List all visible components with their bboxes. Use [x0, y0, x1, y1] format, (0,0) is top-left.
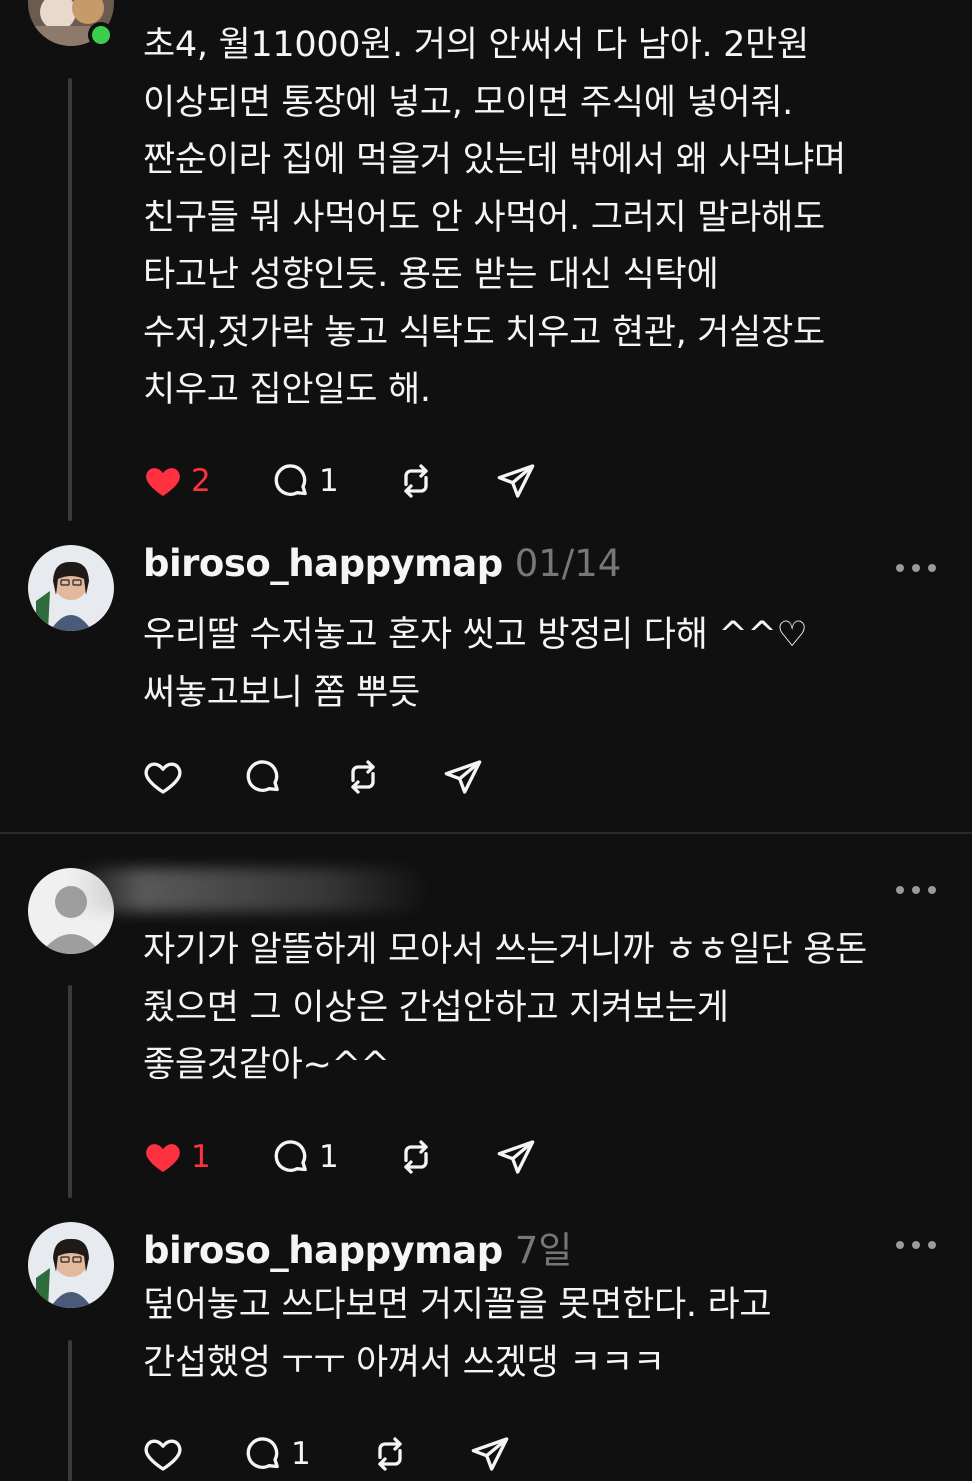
like-button[interactable]	[143, 1432, 183, 1476]
post-text-line: 줬으면 그 이상은 간섭안하고 지켜보는게	[143, 987, 729, 1028]
thread-divider	[0, 832, 972, 834]
reply-button[interactable]: 1	[271, 1135, 339, 1179]
post-text: 덮어놓고 쓰다보면 거지꼴을 못면한다. 라고 간섭했엉 ㅜㅜ 아껴서 쓰겠댕 …	[143, 1277, 943, 1392]
reply-button[interactable]: 1	[271, 459, 339, 503]
heart-icon	[144, 1439, 182, 1471]
repost-button[interactable]	[396, 459, 436, 503]
post-text-line: 좋을것같아~^^	[143, 1045, 390, 1085]
post-text-line: 이상되면 통장에 넣고, 모이면 주식에 넣어줘.	[143, 82, 793, 123]
share-button[interactable]	[496, 1135, 536, 1179]
avatar-photo-icon	[28, 1222, 114, 1308]
post-text: 자기가 알뜰하게 모아서 쓰는거니까 ㅎㅎ일단 용돈 줬으면 그 이상은 간섭안…	[143, 922, 943, 1095]
post-time: 01/14	[514, 542, 622, 585]
like-button[interactable]: 2	[143, 459, 211, 503]
thread-line	[68, 78, 72, 521]
post-text-line: 자기가 알뜰하게 모아서 쓰는거니까 ㅎㅎ일단 용돈	[143, 930, 868, 970]
post-text-line: 짠순이라 집에 먹을거 있는데 밖에서 왜 사먹냐며	[143, 140, 846, 180]
repost-icon	[351, 760, 375, 794]
post-header: biroso_happymap 7일	[143, 1220, 572, 1272]
repost-button[interactable]	[343, 755, 383, 799]
username[interactable]: biroso_happymap	[143, 1229, 503, 1272]
thread-line	[68, 1340, 72, 1481]
share-icon	[471, 1437, 509, 1471]
username[interactable]: biroso_happymap	[143, 542, 503, 585]
avatar-photo-icon	[28, 545, 114, 631]
post-text-line: 초4, 월11000원. 거의 안써서 다 남아. 2만원	[143, 25, 809, 65]
post-text-line: 우리딸 수저놓고 혼자 씻고 방정리 다해 ^^♡	[143, 615, 808, 655]
heart-icon	[144, 762, 182, 794]
comment-icon	[246, 760, 279, 792]
thread-line	[68, 985, 72, 1198]
reply-button[interactable]: 1	[243, 1432, 311, 1476]
like-count: 1	[191, 1139, 211, 1175]
share-button[interactable]	[496, 459, 536, 503]
heart-icon	[146, 1144, 180, 1172]
heart-icon	[146, 468, 180, 496]
post-text: 초4, 월11000원. 거의 안써서 다 남아. 2만원 이상되면 통장에 넣…	[143, 17, 943, 420]
post-time: 7일	[514, 1229, 573, 1272]
reply-button[interactable]	[243, 755, 283, 799]
repost-button[interactable]	[396, 1135, 436, 1179]
share-icon	[497, 464, 535, 498]
repost-icon	[404, 1140, 428, 1174]
post-text-line: 타고난 성향인듯. 용돈 받는 대신 식탁에	[143, 255, 719, 295]
share-button[interactable]	[470, 1432, 510, 1476]
repost-icon	[378, 1437, 402, 1471]
post-header: biroso_happymap 01/14	[143, 542, 621, 592]
comment-icon	[274, 464, 307, 496]
more-icon[interactable]	[896, 561, 936, 575]
reply-count: 1	[319, 463, 339, 499]
comment-icon	[274, 1140, 307, 1172]
share-icon	[444, 760, 482, 794]
avatar[interactable]	[28, 1222, 114, 1308]
post-text-line: 덮어놓고 쓰다보면 거지꼴을 못면한다. 라고	[143, 1285, 772, 1325]
post-header	[143, 870, 155, 920]
online-status-dot	[88, 22, 114, 48]
more-icon[interactable]	[896, 1238, 936, 1252]
post-text-line: 수저,젓가락 놓고 식탁도 치우고 현관, 거실장도	[143, 312, 825, 353]
reply-count: 1	[291, 1436, 311, 1472]
post-text-line: 써놓고보니 쫌 뿌듯	[143, 672, 420, 713]
post-text-line: 친구들 뭐 사먹어도 안 사먹어. 그러지 말라해도	[143, 197, 825, 238]
post-text-line: 간섭했엉 ㅜㅜ 아껴서 쓰겠댕 ㅋㅋㅋ	[143, 1342, 665, 1383]
repost-button[interactable]	[370, 1432, 410, 1476]
share-button[interactable]	[443, 755, 483, 799]
reply-count: 1	[319, 1139, 339, 1175]
like-button[interactable]	[143, 755, 183, 799]
username-blurred[interactable]	[70, 868, 430, 912]
share-icon	[497, 1140, 535, 1174]
comment-icon	[246, 1437, 279, 1469]
like-count: 2	[191, 463, 211, 499]
repost-icon	[404, 464, 428, 498]
post-text-line: 치우고 집안일도 해.	[143, 370, 431, 410]
more-icon[interactable]	[896, 883, 936, 897]
avatar[interactable]	[28, 545, 114, 631]
like-button[interactable]: 1	[143, 1135, 211, 1179]
post-text: 우리딸 수저놓고 혼자 씻고 방정리 다해 ^^♡ 써놓고보니 쫌 뿌듯	[143, 607, 943, 722]
